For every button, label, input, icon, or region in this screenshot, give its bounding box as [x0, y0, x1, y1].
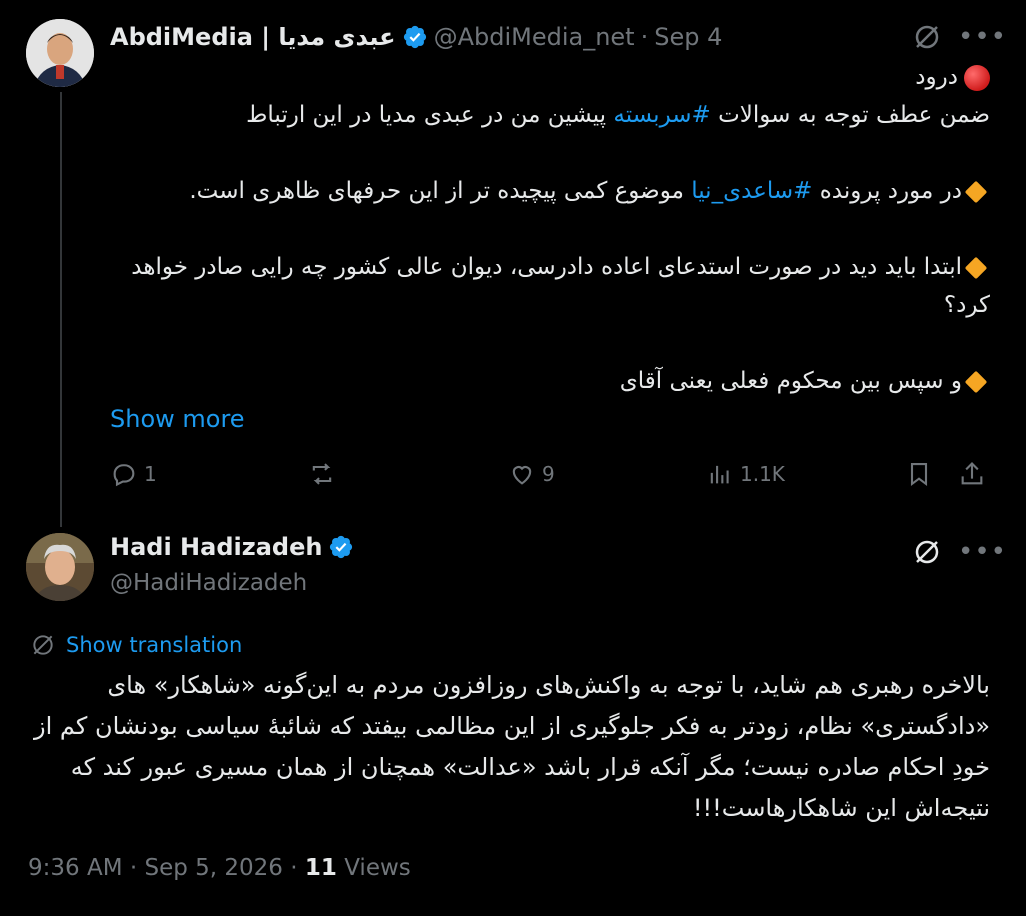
grok-icon[interactable]: [912, 22, 942, 52]
like-icon: [512, 466, 532, 485]
tweet2-body: بالاخره رهبری هم شاید، با توجه به واکنش‌…: [34, 671, 990, 822]
text-segment: پیشین من در عبدی مدیا در این ارتباط: [246, 102, 607, 128]
tweet1-body: درود ضمن عطف توجه به سوالات #سربسته پیشی…: [100, 58, 990, 400]
orange-diamond-emoji: [964, 370, 988, 393]
views-button[interactable]: 1.1K: [706, 460, 785, 488]
tweet-meta: 9:36 AM · Sep 5, 2026 · 11 Views: [28, 855, 411, 881]
like-button[interactable]: 9: [508, 460, 555, 488]
reply-icon: [113, 464, 135, 487]
grok-icon[interactable]: [912, 537, 942, 567]
like-count: 9: [542, 462, 555, 486]
author-name[interactable]: AbdiMedia | عبدی مدیا: [110, 23, 396, 51]
separator: ·: [290, 855, 298, 881]
more-icon[interactable]: •••: [958, 539, 1007, 565]
hashtag-link[interactable]: #سربسته: [613, 102, 710, 128]
reply-button[interactable]: 1: [110, 460, 157, 488]
text-segment: در مورد پرونده: [819, 178, 962, 204]
text-segment: ضمن عطف توجه به سوالات: [718, 102, 990, 128]
avatar[interactable]: [26, 19, 94, 87]
text-segment: و سپس بین محکوم فعلی یعنی آقای: [619, 368, 962, 394]
tweet-time[interactable]: 9:36 AM: [28, 855, 123, 881]
greeting-text: درود: [915, 64, 958, 90]
tweet-date[interactable]: Sep 5, 2026: [144, 855, 282, 881]
show-translation-button[interactable]: Show translation: [30, 632, 242, 658]
tweet-date[interactable]: Sep 4: [654, 23, 722, 51]
author-handle[interactable]: @HadiHadizadeh: [110, 570, 307, 596]
avatar[interactable]: [26, 533, 94, 601]
verified-badge-icon: [330, 535, 353, 559]
views-label: Views: [344, 855, 411, 881]
tweet1-action-bar: 1 9 1.1K: [110, 460, 990, 500]
text-segment: ابتدا باید دید در صورت استدعای اعاده داد…: [131, 254, 990, 318]
retweet-button[interactable]: [308, 460, 336, 488]
share-button[interactable]: [958, 460, 986, 488]
bookmark-button[interactable]: [905, 460, 933, 488]
tweet2-author-row: Hadi Hadizadeh: [110, 533, 360, 561]
more-icon[interactable]: •••: [958, 24, 1007, 50]
tweet1-author-row: AbdiMedia | عبدی مدیا @AbdiMedia_net · S…: [110, 20, 722, 54]
separator: ·: [640, 23, 649, 51]
red-circle-emoji: [964, 64, 990, 91]
show-more-link[interactable]: Show more: [110, 405, 245, 433]
hashtag-link[interactable]: #ساعدی_نیا: [691, 178, 812, 204]
reply-count: 1: [144, 462, 157, 486]
author-name[interactable]: Hadi Hadizadeh: [110, 533, 322, 561]
text-segment: موضوع کمی پیچیده تر از این حرفهای ظاهری …: [189, 178, 684, 204]
translate-icon: [33, 635, 53, 655]
separator: ·: [129, 855, 138, 881]
thread-connector-line: [60, 92, 62, 527]
orange-diamond-emoji: [964, 256, 988, 279]
views-count: 1.1K: [740, 462, 785, 486]
retweet-icon: [312, 463, 332, 485]
views-count: 11: [304, 855, 337, 881]
verified-badge-icon: [403, 25, 426, 49]
orange-diamond-emoji: [964, 180, 988, 203]
views-icon: [710, 465, 729, 484]
share-icon: [961, 462, 983, 485]
show-translation-label: Show translation: [66, 633, 243, 657]
bookmark-icon: [910, 463, 928, 487]
author-handle[interactable]: @AbdiMedia_net: [434, 23, 635, 51]
